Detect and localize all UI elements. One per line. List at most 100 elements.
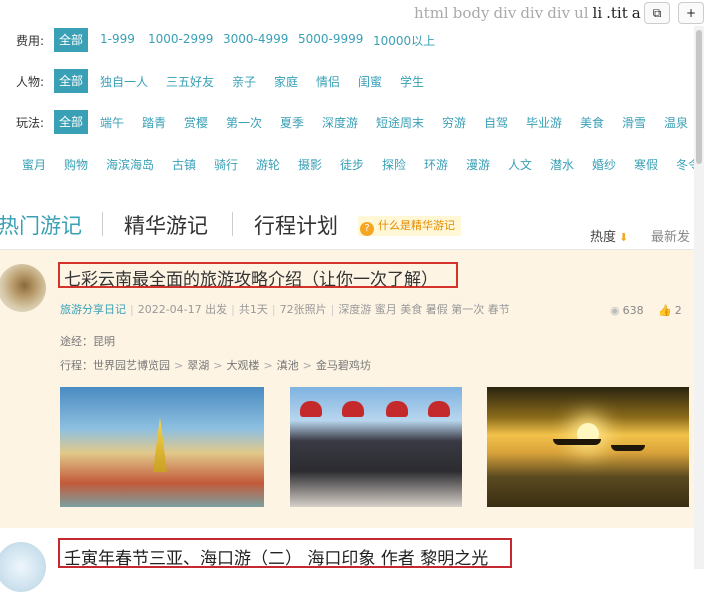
post-photo-count: 72张照片: [279, 303, 327, 316]
filter-option[interactable]: 摄影: [298, 156, 322, 173]
post-photo-festival[interactable]: [60, 387, 264, 507]
filter-option[interactable]: 踏青: [142, 114, 166, 131]
sort-hot[interactable]: 热度 ⬇: [590, 226, 628, 245]
crumb-a[interactable]: a: [632, 4, 641, 22]
via-city[interactable]: 昆明: [93, 335, 115, 348]
filter-label: 费用:: [16, 34, 45, 48]
filter-option[interactable]: 游轮: [256, 156, 280, 173]
filter-option[interactable]: 蜜月: [22, 156, 46, 173]
post-title-2[interactable]: 壬寅年春节三亚、海口游（二） 海口印象 作者 黎明之光: [58, 538, 512, 569]
filter-option[interactable]: 端午: [100, 114, 124, 131]
filter-option[interactable]: 海滨海岛: [106, 156, 154, 173]
view-count: ◉ 638: [610, 304, 644, 317]
scrollbar-thumb[interactable]: [696, 30, 702, 164]
filter-option[interactable]: 滑雪: [622, 114, 646, 131]
sort-hot-label: 热度: [590, 230, 617, 245]
filter-row-play: 玩法: 全部 端午 踏青 赏樱 第一次 夏季 深度游 短途周末 穷游 自驾 毕业…: [0, 110, 694, 134]
filter-option[interactable]: 毕业游: [526, 114, 562, 131]
post-tags: 深度游 蜜月 美食 暑假 第一次 春节: [338, 303, 510, 316]
content-tabs: 热门游记 精华游记 行程计划 ? 什么是精华游记 热度 ⬇ 最新发: [0, 196, 704, 250]
tab-hot[interactable]: 热门游记: [0, 210, 82, 240]
thumbs-up-icon: 👍: [658, 304, 672, 317]
crumb-html[interactable]: html: [414, 4, 449, 22]
route-stop[interactable]: 翠湖: [187, 359, 209, 372]
copy-icon[interactable]: ⧉: [644, 2, 670, 24]
route-stop[interactable]: 金马碧鸡坊: [316, 359, 371, 372]
crumb-li[interactable]: li: [593, 4, 603, 22]
route-stop[interactable]: 大观楼: [226, 359, 259, 372]
filter-option[interactable]: 自驾: [484, 114, 508, 131]
filter-option[interactable]: 3000-4999: [223, 32, 288, 46]
filter-option[interactable]: 10000以上: [373, 32, 435, 49]
filter-option[interactable]: 全部: [54, 69, 89, 93]
filter-option[interactable]: 三五好友: [166, 73, 214, 90]
like-button[interactable]: 👍 2: [658, 304, 682, 317]
post-meta: 旅游分享日记 | 2022-04-17 出发 | 共1天 | 72张照片 | 深度游 蜜月 美食…: [60, 303, 510, 316]
route-stop[interactable]: 世界园艺博览园: [93, 359, 170, 372]
post-photo-women[interactable]: [290, 387, 462, 507]
filter-option[interactable]: 家庭: [274, 73, 298, 90]
filter-option[interactable]: 赏樱: [184, 114, 208, 131]
filter-option[interactable]: 穷游: [442, 114, 466, 131]
filter-option[interactable]: 全部: [54, 110, 89, 134]
filter-row-play-more: 蜜月 购物 海滨海岛 古镇 骑行 游轮 摄影 徒步 探险 环游 漫游 人文 潜水…: [0, 152, 694, 176]
filter-option[interactable]: 环游: [424, 156, 448, 173]
filter-option[interactable]: 夏季: [280, 114, 304, 131]
crumb-body[interactable]: body: [453, 4, 490, 22]
author-avatar[interactable]: [0, 264, 46, 312]
crumb-div[interactable]: div: [547, 4, 570, 22]
filter-option[interactable]: 购物: [64, 156, 88, 173]
featured-help-link[interactable]: ? 什么是精华游记: [358, 216, 461, 236]
post-photo-sunset-lake[interactable]: [487, 387, 689, 507]
filter-option[interactable]: 第一次: [226, 114, 262, 131]
filter-option[interactable]: 潜水: [550, 156, 574, 173]
author-avatar-2[interactable]: [0, 542, 46, 592]
filter-row-cost: 费用: 全部 1-999 1000-2999 3000-4999 5000-99…: [0, 28, 704, 52]
question-icon: ?: [360, 222, 374, 236]
filter-option[interactable]: 寒假: [634, 156, 658, 173]
crumb-div[interactable]: div: [493, 4, 516, 22]
filter-option[interactable]: 1-999: [100, 32, 135, 46]
post-title[interactable]: 七彩云南最全面的旅游攻略介绍（让你一次了解）: [58, 262, 458, 290]
arrow-right-icon: >: [213, 359, 223, 372]
filter-option[interactable]: 学生: [400, 73, 424, 90]
filter-option[interactable]: 5000-9999: [298, 32, 363, 46]
filter-option[interactable]: 亲子: [232, 73, 256, 90]
crumb-tit[interactable]: .tit: [606, 4, 628, 22]
arrow-right-icon: >: [302, 359, 312, 372]
filter-option[interactable]: 人文: [508, 156, 532, 173]
filter-option[interactable]: 闺蜜: [358, 73, 382, 90]
filter-option[interactable]: 短途周末: [376, 114, 424, 131]
filter-option[interactable]: 全部: [54, 28, 89, 52]
crumb-div[interactable]: div: [520, 4, 543, 22]
filter-option[interactable]: 1000-2999: [148, 32, 213, 46]
sort-newest[interactable]: 最新发: [651, 226, 690, 245]
filter-option[interactable]: 美食: [580, 114, 604, 131]
filter-option[interactable]: 古镇: [172, 156, 196, 173]
filter-option[interactable]: 冬令: [676, 156, 694, 173]
crumb-ul[interactable]: ul: [574, 4, 588, 22]
filter-option[interactable]: 探险: [382, 156, 406, 173]
filter-label: 玩法:: [16, 116, 45, 130]
hat: [300, 401, 322, 417]
filter-option[interactable]: 漫游: [466, 156, 490, 173]
filter-panel: 费用: 全部 1-999 1000-2999 3000-4999 5000-99…: [0, 24, 704, 194]
author-link[interactable]: 旅游分享日记: [60, 303, 126, 316]
tab-featured[interactable]: 精华游记: [124, 210, 208, 240]
via-label: 途经：: [60, 335, 93, 348]
filter-option[interactable]: 婚纱: [592, 156, 616, 173]
filter-option[interactable]: 温泉: [664, 114, 688, 131]
filter-option[interactable]: 情侣: [316, 73, 340, 90]
devtools-bar: html body div div div ul li .tit a ⧉ +: [0, 0, 704, 26]
filter-option[interactable]: 徒步: [340, 156, 364, 173]
help-label: 什么是精华游记: [378, 219, 455, 232]
hat: [428, 401, 450, 417]
arrow-right-icon: >: [174, 359, 184, 372]
route-stop[interactable]: 滇池: [277, 359, 299, 372]
tab-plan[interactable]: 行程计划: [254, 210, 338, 240]
filter-option[interactable]: 独自一人: [100, 73, 148, 90]
like-count: 2: [674, 304, 682, 317]
filter-option[interactable]: 深度游: [322, 114, 358, 131]
filter-option[interactable]: 骑行: [214, 156, 238, 173]
plus-icon[interactable]: +: [678, 2, 704, 24]
